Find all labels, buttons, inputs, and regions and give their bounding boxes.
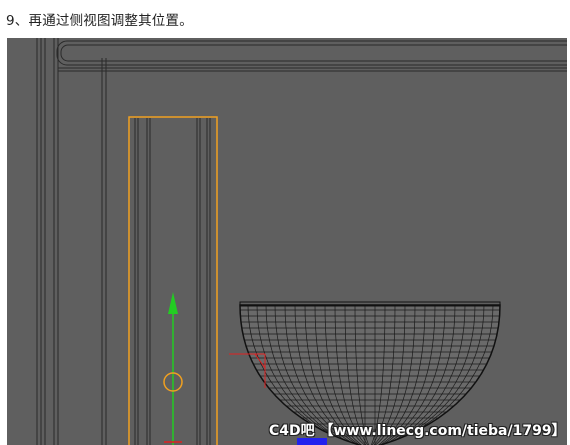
cabinet-top-rail (56, 40, 567, 72)
cabinet-frame-left (36, 38, 107, 445)
step-caption: 9、再通过侧视图调整其位置。 (6, 13, 193, 29)
y-axis-arrow-icon (168, 292, 178, 314)
move-gizmo[interactable] (163, 292, 183, 445)
watermark-text: C4D吧 【www.linecg.com/tieba/1799】 (269, 423, 566, 439)
viewport-canvas (36, 38, 567, 445)
side-view-viewport[interactable]: C4D吧 【www.linecg.com/tieba/1799】 (7, 38, 567, 445)
